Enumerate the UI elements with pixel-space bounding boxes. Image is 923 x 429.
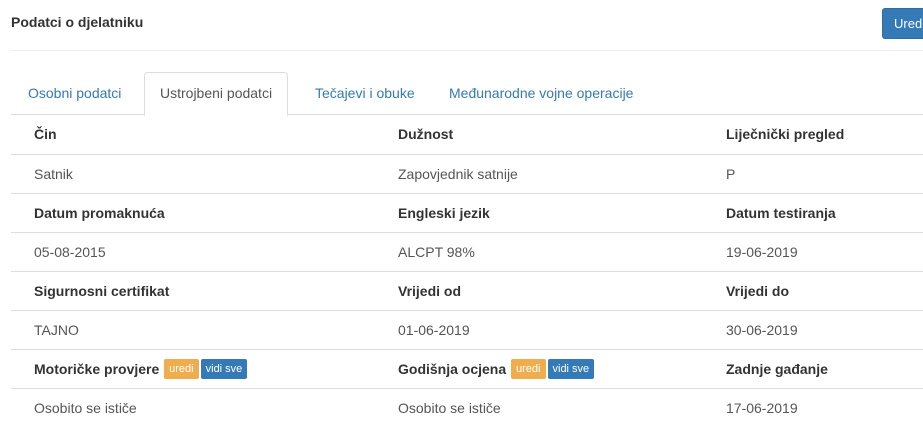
promotion-date-label: Datum promaknuća: [11, 192, 375, 232]
promotion-date-value: 05-08-2015: [11, 231, 375, 271]
english-language-value: ALCPT 98%: [375, 231, 703, 271]
header-divider: [11, 50, 923, 51]
medical-exam-label: Liječnički pregled: [726, 126, 845, 143]
valid-to-value: 30-06-2019: [703, 309, 923, 349]
label-row: Sigurnosni certifikat Vrijedi od Vrijedi…: [11, 270, 923, 310]
details-table: Čin Dužnost Liječnički pregled Satnik Za…: [11, 115, 923, 427]
label-row: Datum promaknuća Engleski jezik Datum te…: [11, 192, 923, 232]
label-row: Motoričke provjere uredi vidi sve Godišnj…: [11, 348, 923, 388]
annual-rating-edit-button[interactable]: uredi: [511, 358, 546, 379]
tab-courses-and-training[interactable]: Tečajevi i obuke: [300, 72, 430, 115]
annual-rating-view-all-button[interactable]: vidi sve: [547, 358, 595, 379]
last-shooting-label: Zadnje gađanje: [703, 348, 923, 388]
motor-checks-view-all-button[interactable]: vidi sve: [200, 358, 248, 379]
valid-from-value: 01-06-2019: [375, 309, 703, 349]
english-language-label: Engleski jezik: [375, 192, 703, 232]
valid-from-label: Vrijedi od: [375, 270, 703, 310]
medical-exam-value: P: [703, 153, 923, 193]
page-title: Podatci o djelatniku: [11, 14, 144, 30]
valid-to-label: Vrijedi do: [703, 270, 923, 310]
value-row: Satnik Zapovjednik satnije P: [11, 153, 923, 193]
motor-checks-value: Osobito se ističe: [11, 387, 375, 427]
annual-rating-cell: Godišnja ocjena uredi vidi sve: [375, 348, 703, 388]
duty-value: Zapovjednik satnije: [375, 153, 703, 193]
motor-checks-cell: Motoričke provjere uredi vidi sve: [11, 348, 375, 388]
motor-checks-edit-button[interactable]: uredi: [164, 358, 199, 379]
rank-value: Satnik: [11, 153, 375, 193]
test-date-value: 19-06-2019: [703, 231, 923, 271]
edit-employee-button[interactable]: Uredi: [882, 8, 923, 39]
security-certificate-label: Sigurnosni certifikat: [11, 270, 375, 310]
tab-bar: Osobni podatci Ustrojbeni podatci Tečaje…: [11, 72, 923, 116]
motor-checks-label: Motoričke provjere: [34, 360, 160, 377]
tab-organizational-data[interactable]: Ustrojbeni podatci: [144, 72, 289, 116]
annual-rating-value: Osobito se ističe: [375, 387, 703, 427]
test-date-label: Datum testiranja: [703, 192, 923, 232]
value-row: TAJNO 01-06-2019 30-06-2019: [11, 309, 923, 349]
value-row: 05-08-2015 ALCPT 98% 19-06-2019: [11, 231, 923, 271]
rank-label: Čin: [34, 126, 57, 143]
tab-international-operations[interactable]: Međunarodne vojne operacije: [434, 72, 648, 115]
security-certificate-value: TAJNO: [11, 309, 375, 349]
annual-rating-label: Godišnja ocjena: [398, 360, 507, 377]
last-shooting-value: 17-06-2019: [703, 387, 923, 427]
tab-personal-data[interactable]: Osobni podatci: [13, 72, 136, 115]
value-row: Osobito se ističe Osobito se ističe 17-0…: [11, 387, 923, 427]
label-row: Čin Dužnost Liječnički pregled: [11, 115, 923, 154]
duty-label: Dužnost: [398, 126, 454, 143]
